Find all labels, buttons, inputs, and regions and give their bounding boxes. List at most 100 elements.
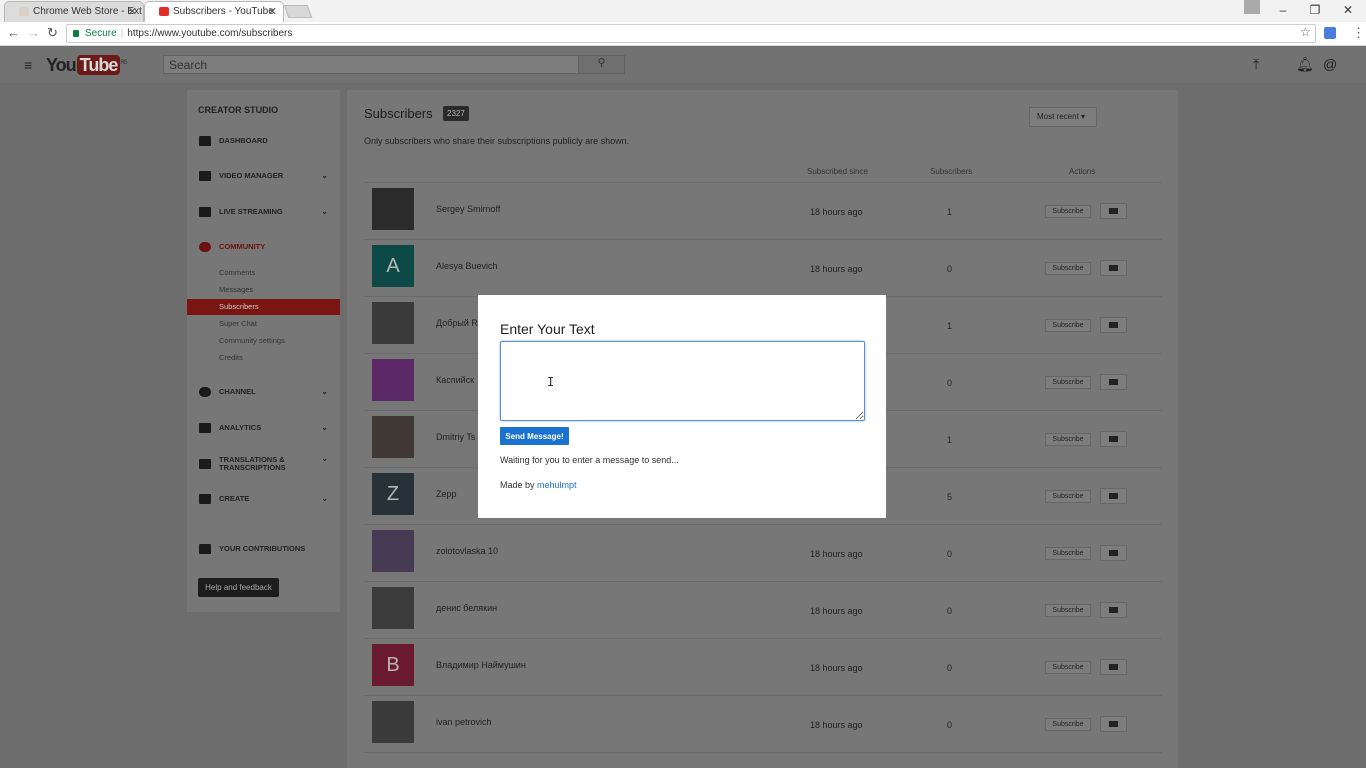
- bookmark-star-icon[interactable]: ☆: [1300, 25, 1311, 39]
- subscribe-button[interactable]: Subscribe: [1045, 376, 1091, 389]
- message-icon: [1109, 493, 1118, 499]
- profile-icon[interactable]: [1244, 0, 1260, 14]
- address-bar[interactable]: Secure | https://www.youtube.com/subscribe…: [66, 24, 1316, 43]
- sidebar-item-live-streaming[interactable]: LIVE STREAMING ⌄: [187, 203, 340, 221]
- subscribe-button[interactable]: Subscribe: [1045, 490, 1091, 503]
- reload-icon[interactable]: ↻: [47, 25, 58, 41]
- avatar[interactable]: [372, 701, 414, 743]
- subscribe-button[interactable]: Subscribe: [1045, 262, 1091, 275]
- avatar[interactable]: A: [372, 245, 414, 287]
- message-button[interactable]: [1100, 659, 1127, 675]
- subscribe-button[interactable]: Subscribe: [1045, 319, 1091, 332]
- message-button[interactable]: [1100, 317, 1127, 333]
- subscriber-name[interactable]: zolotovlaska 10: [436, 546, 498, 556]
- chevron-down-icon[interactable]: ⌄: [321, 167, 328, 185]
- subscribed-since: 18 hours ago: [810, 207, 863, 217]
- author-link[interactable]: mehulmpt: [537, 480, 577, 490]
- message-button[interactable]: [1100, 488, 1127, 504]
- notification-bell-icon[interactable]: 🔔︎: [1296, 56, 1314, 73]
- channel-icon: [199, 387, 211, 397]
- search-button[interactable]: ⚲: [578, 55, 625, 74]
- subscriber-count: 0: [947, 720, 953, 730]
- chevron-down-icon[interactable]: ⌄: [321, 490, 328, 508]
- sidebar-sub-messages[interactable]: Messages: [187, 282, 340, 298]
- search-input[interactable]: Search: [163, 55, 579, 74]
- sidebar-item-channel[interactable]: CHANNEL ⌄: [187, 383, 340, 401]
- window-close-icon[interactable]: ✕: [1333, 1, 1363, 19]
- subscribe-button[interactable]: Subscribe: [1045, 433, 1091, 446]
- back-arrow-icon[interactable]: ←: [7, 25, 20, 40]
- sidebar-sub-credits[interactable]: Credits: [187, 350, 340, 366]
- forward-arrow-icon[interactable]: →: [27, 25, 40, 40]
- avatar[interactable]: [372, 587, 414, 629]
- avatar[interactable]: B: [372, 644, 414, 686]
- subscriber-name[interactable]: ivan petrovich: [436, 717, 492, 727]
- message-button[interactable]: [1100, 203, 1127, 219]
- tab-youtube-subscribers[interactable]: Subscribers - YouTube ✕: [144, 1, 284, 22]
- message-button[interactable]: [1100, 260, 1127, 276]
- tab-chrome-web-store[interactable]: Chrome Web Store - Ext ✕: [4, 1, 144, 22]
- sidebar-sub-community-settings[interactable]: Community settings: [187, 333, 340, 349]
- sidebar-sub-comments[interactable]: Comments: [187, 265, 340, 281]
- avatar[interactable]: Z: [372, 473, 414, 515]
- subscriber-name[interactable]: Dmitriy Ts: [436, 432, 475, 442]
- subscribe-button[interactable]: Subscribe: [1045, 718, 1091, 731]
- help-feedback-button[interactable]: Help and feedback: [198, 578, 279, 597]
- sidebar-item-dashboard[interactable]: DASHBOARD: [187, 132, 340, 150]
- browser-toolbar: ← → ↻ Secure | https://www.youtube.com/sub…: [0, 22, 1366, 46]
- browser-menu-icon[interactable]: ⋮: [1352, 25, 1365, 41]
- sidebar-item-your-contributions[interactable]: YOUR CONTRIBUTIONS: [187, 540, 340, 558]
- caret-down-icon: ▾: [1081, 112, 1086, 121]
- subscriber-count: 0: [947, 606, 953, 616]
- close-tab-icon[interactable]: ✕: [268, 5, 277, 18]
- message-button[interactable]: [1100, 431, 1127, 447]
- sidebar-sub-super-chat[interactable]: Super Chat: [187, 316, 340, 332]
- sidebar-item-translations[interactable]: TRANSLATIONS & TRANSCRIPTIONS ⌄: [187, 451, 340, 477]
- avatar[interactable]: [372, 359, 414, 401]
- chevron-down-icon[interactable]: ⌄: [321, 383, 328, 401]
- message-button[interactable]: [1100, 545, 1127, 561]
- message-textarea[interactable]: [500, 341, 865, 421]
- subscribed-since: 18 hours ago: [810, 663, 863, 673]
- chevron-down-icon[interactable]: ⌄: [321, 455, 328, 463]
- message-button[interactable]: [1100, 716, 1127, 732]
- subscriber-name[interactable]: Владимир Наймушин: [436, 660, 526, 670]
- avatar[interactable]: [372, 188, 414, 230]
- subscriber-name[interactable]: Добрый R: [436, 318, 478, 328]
- message-button[interactable]: [1100, 374, 1127, 390]
- close-tab-icon[interactable]: ✕: [128, 5, 137, 18]
- sort-dropdown[interactable]: Most recent ▾: [1029, 107, 1097, 127]
- avatar[interactable]: [372, 530, 414, 572]
- subscriber-name[interactable]: денис белякин: [436, 603, 497, 613]
- upload-icon[interactable]: ⤒: [1253, 56, 1259, 73]
- message-icon: [1109, 322, 1118, 328]
- sidebar-sub-subscribers[interactable]: Subscribers: [187, 299, 340, 315]
- chevron-down-icon[interactable]: ⌄: [321, 419, 328, 437]
- extension-icon[interactable]: [1324, 27, 1336, 39]
- subscribe-button[interactable]: Subscribe: [1045, 205, 1091, 218]
- minimize-icon[interactable]: –: [1268, 1, 1298, 19]
- subscriber-name[interactable]: Alesya Buevich: [436, 261, 498, 271]
- sidebar-item-community[interactable]: COMMUNITY: [187, 238, 340, 256]
- avatar[interactable]: [372, 416, 414, 458]
- subscriber-name[interactable]: Каспийск: [436, 375, 474, 385]
- subscriber-name[interactable]: Sergey Smirnoff: [436, 204, 500, 214]
- account-avatar-icon[interactable]: @: [1323, 56, 1337, 72]
- page-subtitle: Only subscribers who share their subscri…: [364, 136, 630, 146]
- avatar[interactable]: [372, 302, 414, 344]
- chevron-down-icon[interactable]: ⌄: [321, 203, 328, 221]
- sidebar-item-video-manager[interactable]: VIDEO MANAGER ⌄: [187, 167, 340, 185]
- sidebar-item-create[interactable]: CREATE ⌄: [187, 490, 340, 508]
- creator-studio-sidebar: CREATOR STUDIO DASHBOARD VIDEO MANAGER ⌄ …: [187, 90, 340, 612]
- youtube-logo[interactable]: You Tube RS: [46, 55, 128, 76]
- new-tab-button[interactable]: [283, 5, 313, 18]
- restore-icon[interactable]: ❐: [1300, 1, 1330, 19]
- subscriber-name[interactable]: Zepp: [436, 489, 457, 499]
- subscribe-button[interactable]: Subscribe: [1045, 604, 1091, 617]
- sidebar-item-analytics[interactable]: ANALYTICS ⌄: [187, 419, 340, 437]
- hamburger-menu-icon[interactable]: ≡: [24, 57, 32, 73]
- subscribe-button[interactable]: Subscribe: [1045, 547, 1091, 560]
- message-button[interactable]: [1100, 602, 1127, 618]
- send-message-button[interactable]: Send Message!: [500, 427, 569, 445]
- subscribe-button[interactable]: Subscribe: [1045, 661, 1091, 674]
